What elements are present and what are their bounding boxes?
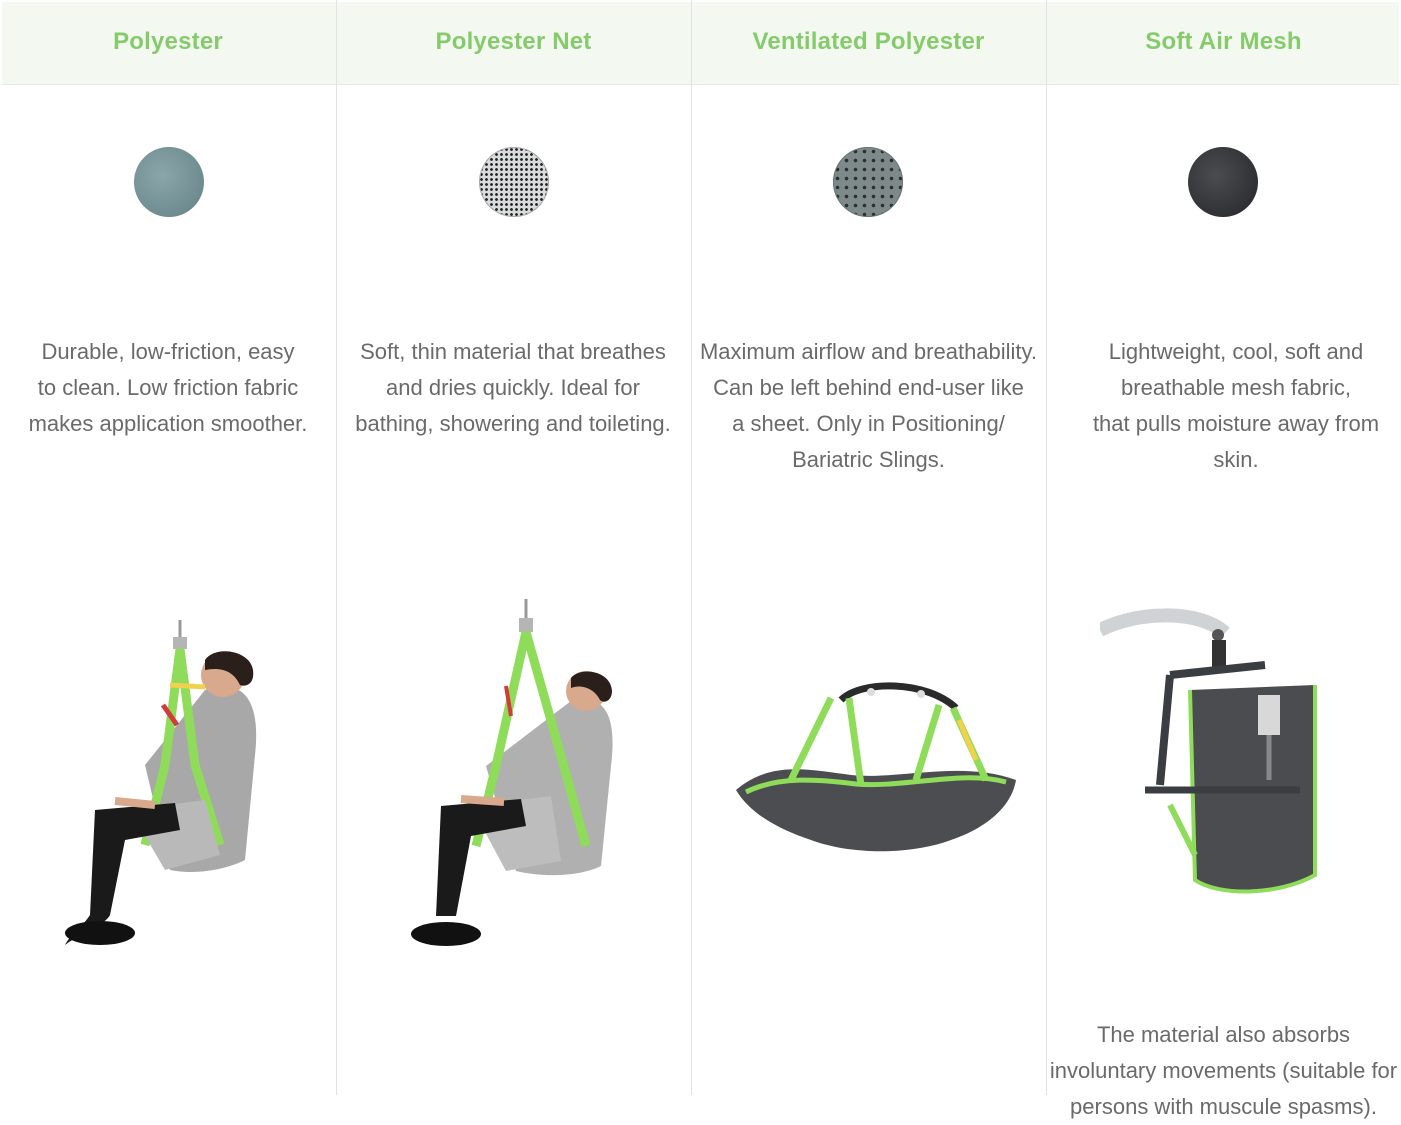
fabric-swatch-soft-air-mesh xyxy=(1188,147,1258,217)
additional-note: The material also absorbs involuntary mo… xyxy=(1049,1022,1398,1119)
lift-sling-illustration xyxy=(1100,608,1317,894)
column-description: Maximum airflow and breathability. Can b… xyxy=(699,339,1038,472)
fabric-swatch-polyester xyxy=(134,147,204,217)
column-ventilated-polyester: Ventilated Polyester Maximum airflow and… xyxy=(691,0,1047,1095)
column-description: Soft, thin material that breathes and dr… xyxy=(355,339,671,436)
column-description: Lightweight, cool, soft and breathable m… xyxy=(1092,339,1380,472)
column-title: Soft Air Mesh xyxy=(1145,28,1302,55)
fabric-comparison-table: Polyester Durable, low-friction, easy to… xyxy=(0,0,1401,1122)
fabric-swatch-polyester-net xyxy=(479,147,549,217)
sling-illustration xyxy=(736,682,1016,852)
column-polyester: Polyester Durable, low-friction, easy to… xyxy=(0,0,337,1095)
fabric-swatch-ventilated-polyester xyxy=(833,147,903,217)
column-description: Durable, low-friction, easy to clean. Lo… xyxy=(28,339,308,436)
column-title: Ventilated Polyester xyxy=(752,28,985,55)
column-title: Polyester Net xyxy=(435,28,592,55)
column-polyester-net: Polyester Net Soft, thin material that b… xyxy=(336,0,692,1095)
column-title: Polyester xyxy=(113,28,223,55)
sling-person-illustration xyxy=(65,620,257,945)
sling-person-illustration xyxy=(411,599,613,946)
column-soft-air-mesh: Soft Air Mesh Lightweight, cool, soft an… xyxy=(1046,0,1401,1119)
